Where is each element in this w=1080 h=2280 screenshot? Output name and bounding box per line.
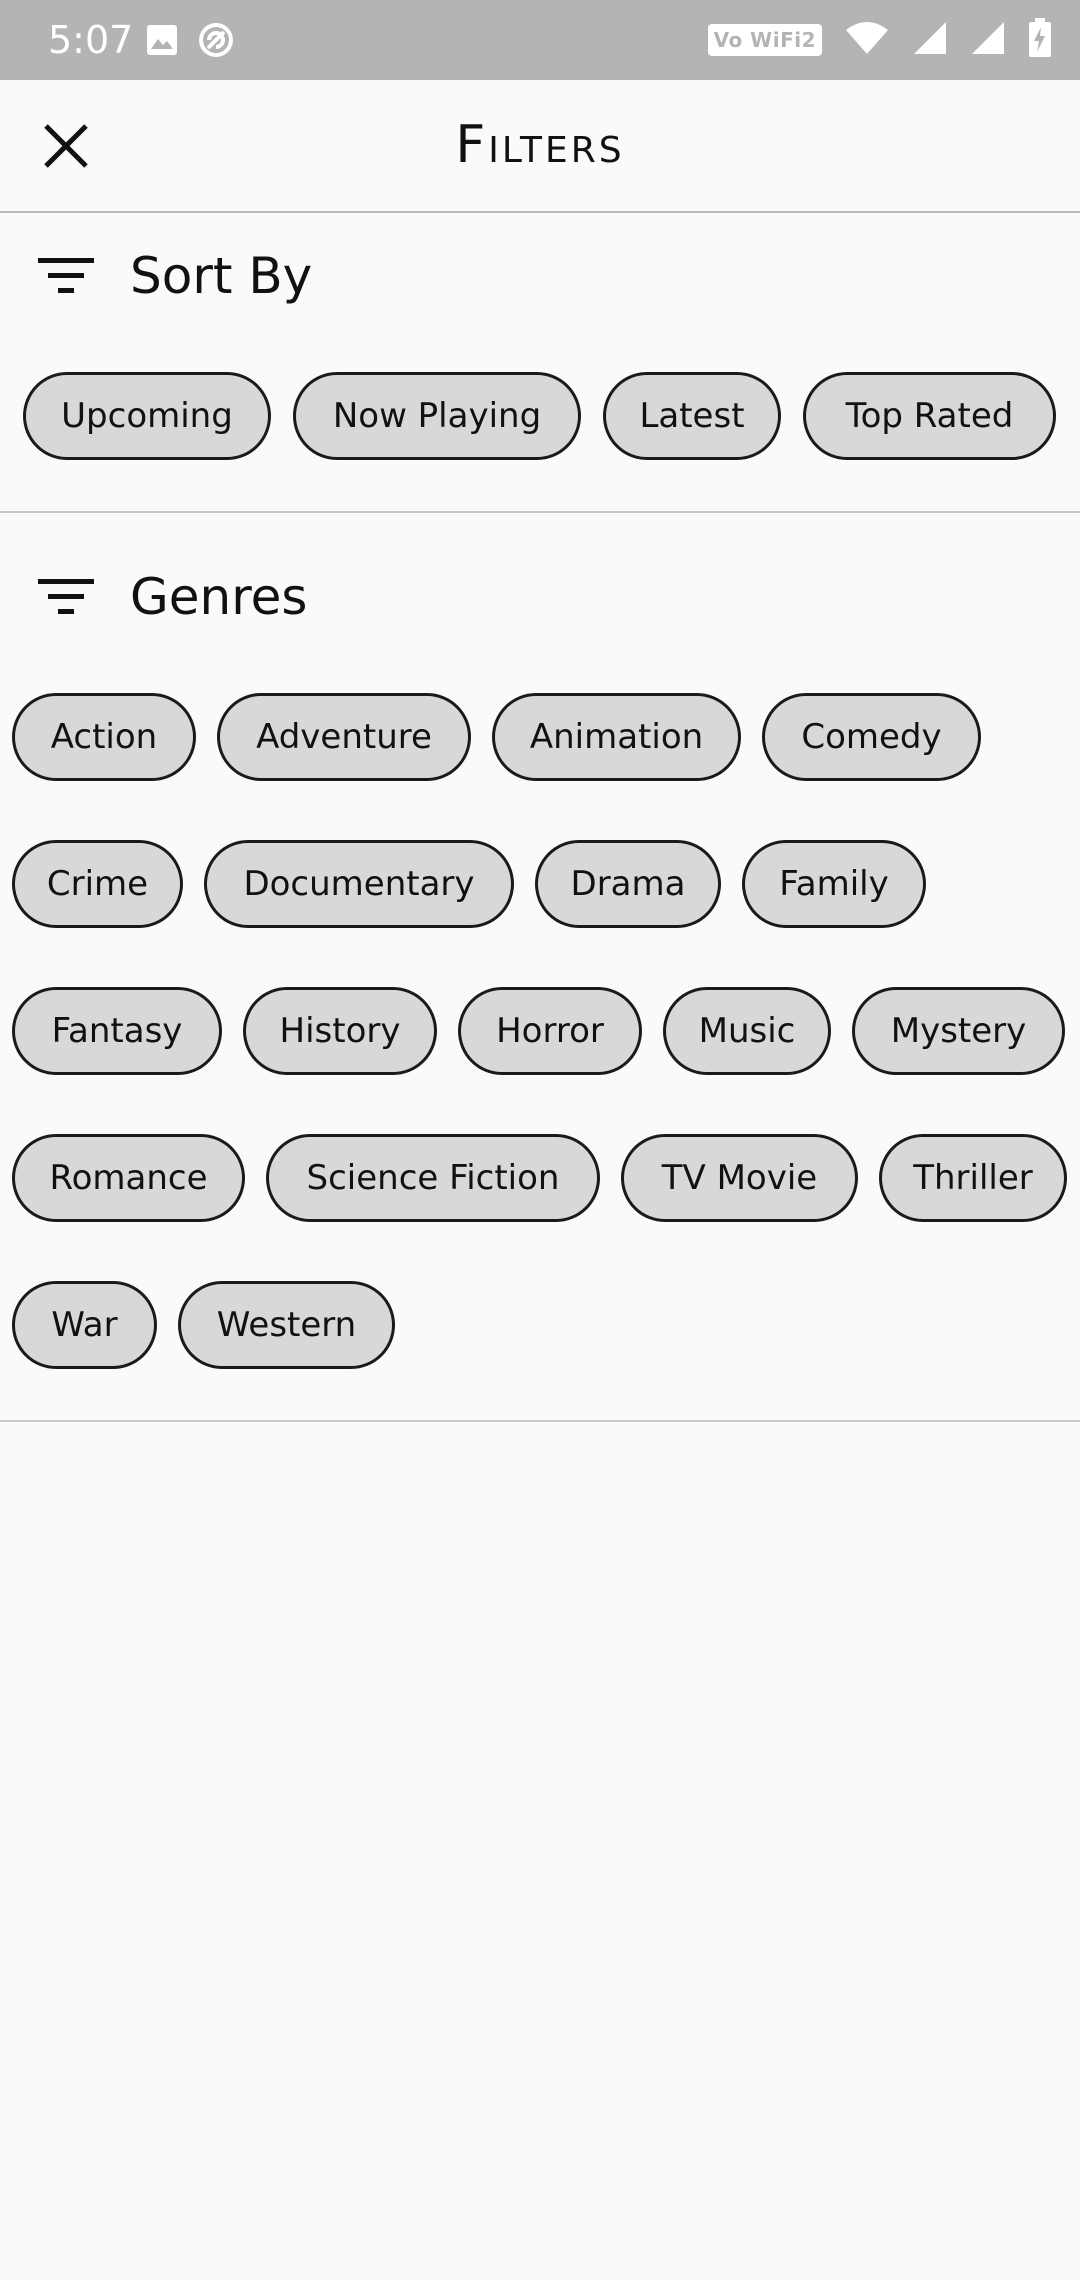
- signal-icon: [912, 20, 948, 60]
- genre-chip-history[interactable]: History: [243, 987, 437, 1075]
- sort-chip-latest[interactable]: Latest: [603, 372, 781, 460]
- genre-chip-thriller[interactable]: Thriller: [879, 1134, 1067, 1222]
- section-divider: [0, 1420, 1080, 1422]
- genre-chip-fantasy[interactable]: Fantasy: [12, 987, 222, 1075]
- genre-chip-action[interactable]: Action: [12, 693, 196, 781]
- genre-chip-crime[interactable]: Crime: [12, 840, 183, 928]
- image-icon: [142, 0, 182, 80]
- genre-chip-romance[interactable]: Romance: [12, 1134, 245, 1222]
- genre-chip-comedy[interactable]: Comedy: [762, 693, 981, 781]
- filter-icon: [26, 236, 106, 316]
- status-time: 5:07: [48, 18, 134, 62]
- sort-by-title: Sort By: [130, 247, 313, 305]
- genre-chip-adventure[interactable]: Adventure: [217, 693, 471, 781]
- sync-icon: [196, 0, 236, 80]
- genre-chip-mystery[interactable]: Mystery: [852, 987, 1065, 1075]
- genre-chip-horror[interactable]: Horror: [458, 987, 642, 1075]
- sort-chip-upcoming[interactable]: Upcoming: [23, 372, 271, 460]
- sort-by-header: Sort By: [0, 236, 312, 316]
- sort-chip-now-playing[interactable]: Now Playing: [293, 372, 581, 460]
- genres-title: Genres: [130, 568, 308, 626]
- filter-icon: [26, 557, 106, 637]
- genre-chip-family[interactable]: Family: [742, 840, 926, 928]
- genre-chip-music[interactable]: Music: [663, 987, 831, 1075]
- app-bar: Filters: [0, 80, 1080, 213]
- signal-icon-2: [970, 20, 1006, 60]
- genre-chip-science-fiction[interactable]: Science Fiction: [266, 1134, 600, 1222]
- section-divider: [0, 511, 1080, 513]
- genre-chip-tv-movie[interactable]: TV Movie: [621, 1134, 858, 1222]
- genre-chip-drama[interactable]: Drama: [535, 840, 721, 928]
- genre-chip-documentary[interactable]: Documentary: [204, 840, 514, 928]
- status-icons: Vo WiFi2: [707, 0, 1052, 80]
- wifi-calling-badge: Vo WiFi2: [707, 24, 822, 56]
- wifi-icon: [844, 20, 890, 60]
- status-bar: 5:07 Vo WiFi2: [0, 0, 1080, 80]
- genre-chip-war[interactable]: War: [12, 1281, 157, 1369]
- page-title: Filters: [455, 115, 625, 175]
- battery-charging-icon: [1028, 18, 1052, 62]
- genre-chip-animation[interactable]: Animation: [492, 693, 741, 781]
- sort-chip-top-rated[interactable]: Top Rated: [803, 372, 1056, 460]
- genres-header: Genres: [0, 557, 307, 637]
- genre-chip-western[interactable]: Western: [178, 1281, 395, 1369]
